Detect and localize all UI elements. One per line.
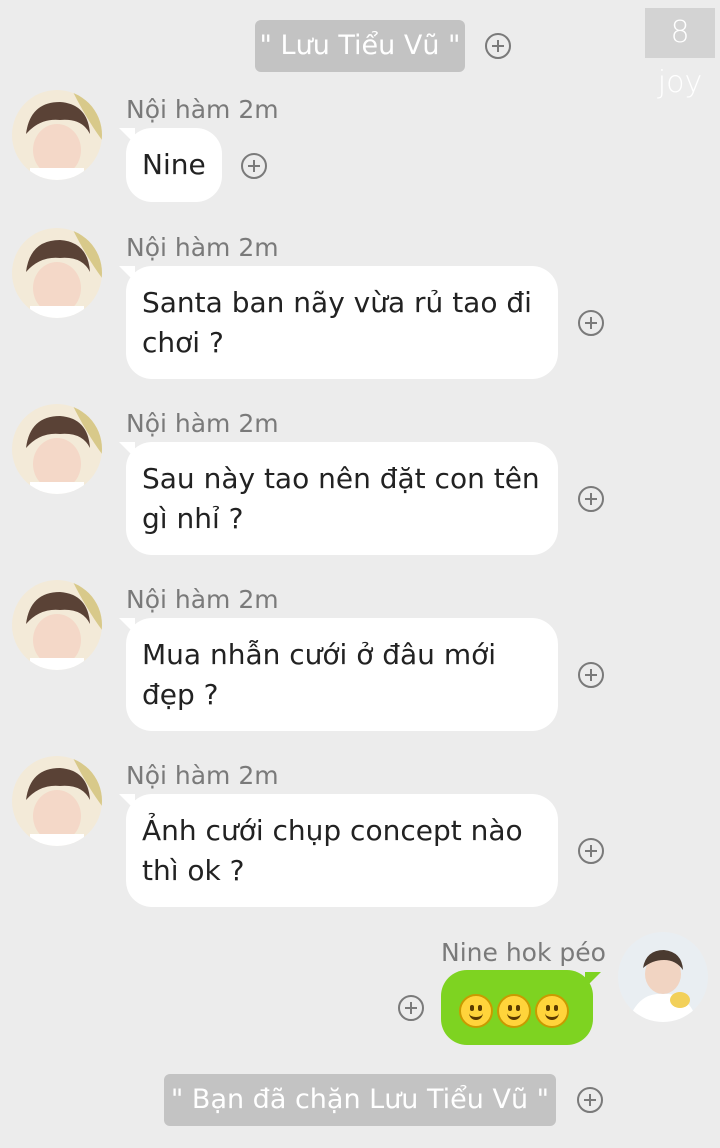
smiley-icon — [497, 994, 531, 1028]
message-bubble[interactable]: Mua nhẫn cưới ở đâu mới đẹp ? — [119, 618, 558, 731]
sender-name: Nine hok péo — [441, 938, 606, 967]
avatar[interactable] — [12, 404, 102, 494]
add-reaction-icon[interactable] — [241, 153, 267, 179]
sender-name: Nội hàm 2m — [126, 409, 279, 438]
add-reaction-icon[interactable] — [578, 662, 604, 688]
avatar[interactable] — [12, 756, 102, 846]
watermark: 8 joy — [645, 8, 715, 100]
avatar[interactable] — [12, 580, 102, 670]
add-reaction-icon[interactable] — [578, 486, 604, 512]
contact-name-pill: " Lưu Tiểu Vũ " — [255, 20, 465, 72]
sender-name: Nội hàm 2m — [126, 233, 279, 262]
add-reaction-icon[interactable] — [398, 995, 424, 1021]
avatar[interactable] — [12, 228, 102, 318]
message-bubble[interactable]: Nine — [119, 128, 222, 202]
message-bubble[interactable]: Santa ban nãy vừa rủ tao đi chơi ? — [119, 266, 558, 379]
add-reaction-icon[interactable] — [578, 310, 604, 336]
sender-name: Nội hàm 2m — [126, 761, 279, 790]
smiley-icon — [535, 994, 569, 1028]
add-reaction-icon[interactable] — [578, 838, 604, 864]
message-bubble[interactable]: Sau này tao nên đặt con tên gì nhỉ ? — [119, 442, 558, 555]
avatar[interactable] — [12, 90, 102, 180]
sender-name: Nội hàm 2m — [126, 585, 279, 614]
add-icon[interactable] — [577, 1087, 603, 1113]
smiley-icon — [459, 994, 493, 1028]
message-bubble[interactable]: Ảnh cưới chụp concept nào thì ok ? — [119, 794, 558, 907]
avatar[interactable] — [618, 932, 708, 1022]
reply-bubble[interactable] — [441, 970, 601, 1045]
blocked-notice: " Bạn đã chặn Lưu Tiểu Vũ " — [164, 1074, 556, 1126]
sender-name: Nội hàm 2m — [126, 95, 279, 124]
add-icon[interactable] — [485, 33, 511, 59]
